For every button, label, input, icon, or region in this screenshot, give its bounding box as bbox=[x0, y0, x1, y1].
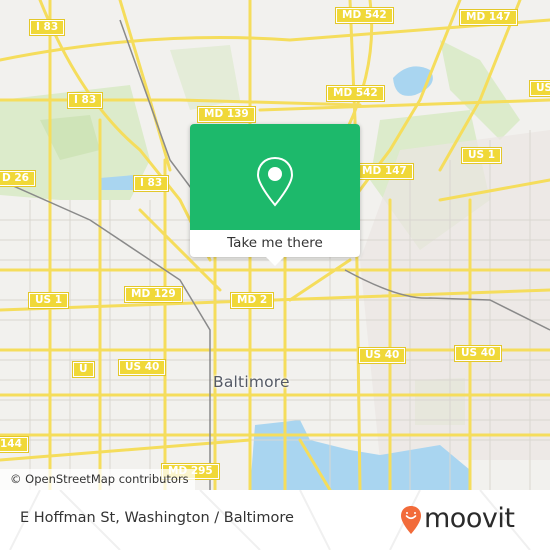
road-shield: US 40 bbox=[453, 345, 503, 362]
road-shield: U bbox=[72, 361, 95, 378]
location-title: E Hoffman St, Washington / Baltimore bbox=[20, 510, 294, 526]
destination-popup: Take me there bbox=[190, 124, 360, 266]
road-shield: D 26 bbox=[0, 170, 36, 187]
road-shield: 144 bbox=[0, 436, 29, 453]
road-shield: US 40 bbox=[357, 347, 407, 364]
popup-header bbox=[190, 124, 360, 230]
road-shield: MD 139 bbox=[197, 106, 256, 123]
road-shield: MD 147 bbox=[459, 9, 518, 26]
take-me-there-button[interactable]: Take me there bbox=[190, 230, 360, 257]
footer-bar: E Hoffman St, Washington / Baltimore moo… bbox=[0, 490, 550, 550]
map-attribution[interactable]: © OpenStreetMap contributors bbox=[0, 469, 195, 490]
popup-pointer bbox=[266, 257, 284, 266]
city-label: Baltimore bbox=[213, 373, 290, 391]
road-shield: US bbox=[528, 80, 550, 97]
road-shield: MD 129 bbox=[124, 286, 183, 303]
road-shield: I 83 bbox=[66, 92, 104, 109]
road-shield: MD 542 bbox=[326, 85, 385, 102]
moovit-wordmark: moovit bbox=[424, 503, 515, 534]
road-shield: US 1 bbox=[27, 292, 70, 309]
moovit-pin-icon bbox=[401, 506, 421, 534]
road-shield: I 83 bbox=[132, 175, 170, 192]
road-shield: US 40 bbox=[117, 359, 167, 376]
road-shield: I 83 bbox=[28, 19, 66, 36]
road-shield: US 1 bbox=[460, 147, 503, 164]
road-shield: MD 542 bbox=[335, 7, 394, 24]
road-shield: MD 2 bbox=[229, 292, 275, 309]
map-pin-icon bbox=[256, 156, 294, 207]
map-view[interactable]: I 83 I 83 I 83 MD 542 MD 542 MD 147 MD 1… bbox=[0, 0, 550, 490]
road-shield: MD 147 bbox=[355, 163, 414, 180]
